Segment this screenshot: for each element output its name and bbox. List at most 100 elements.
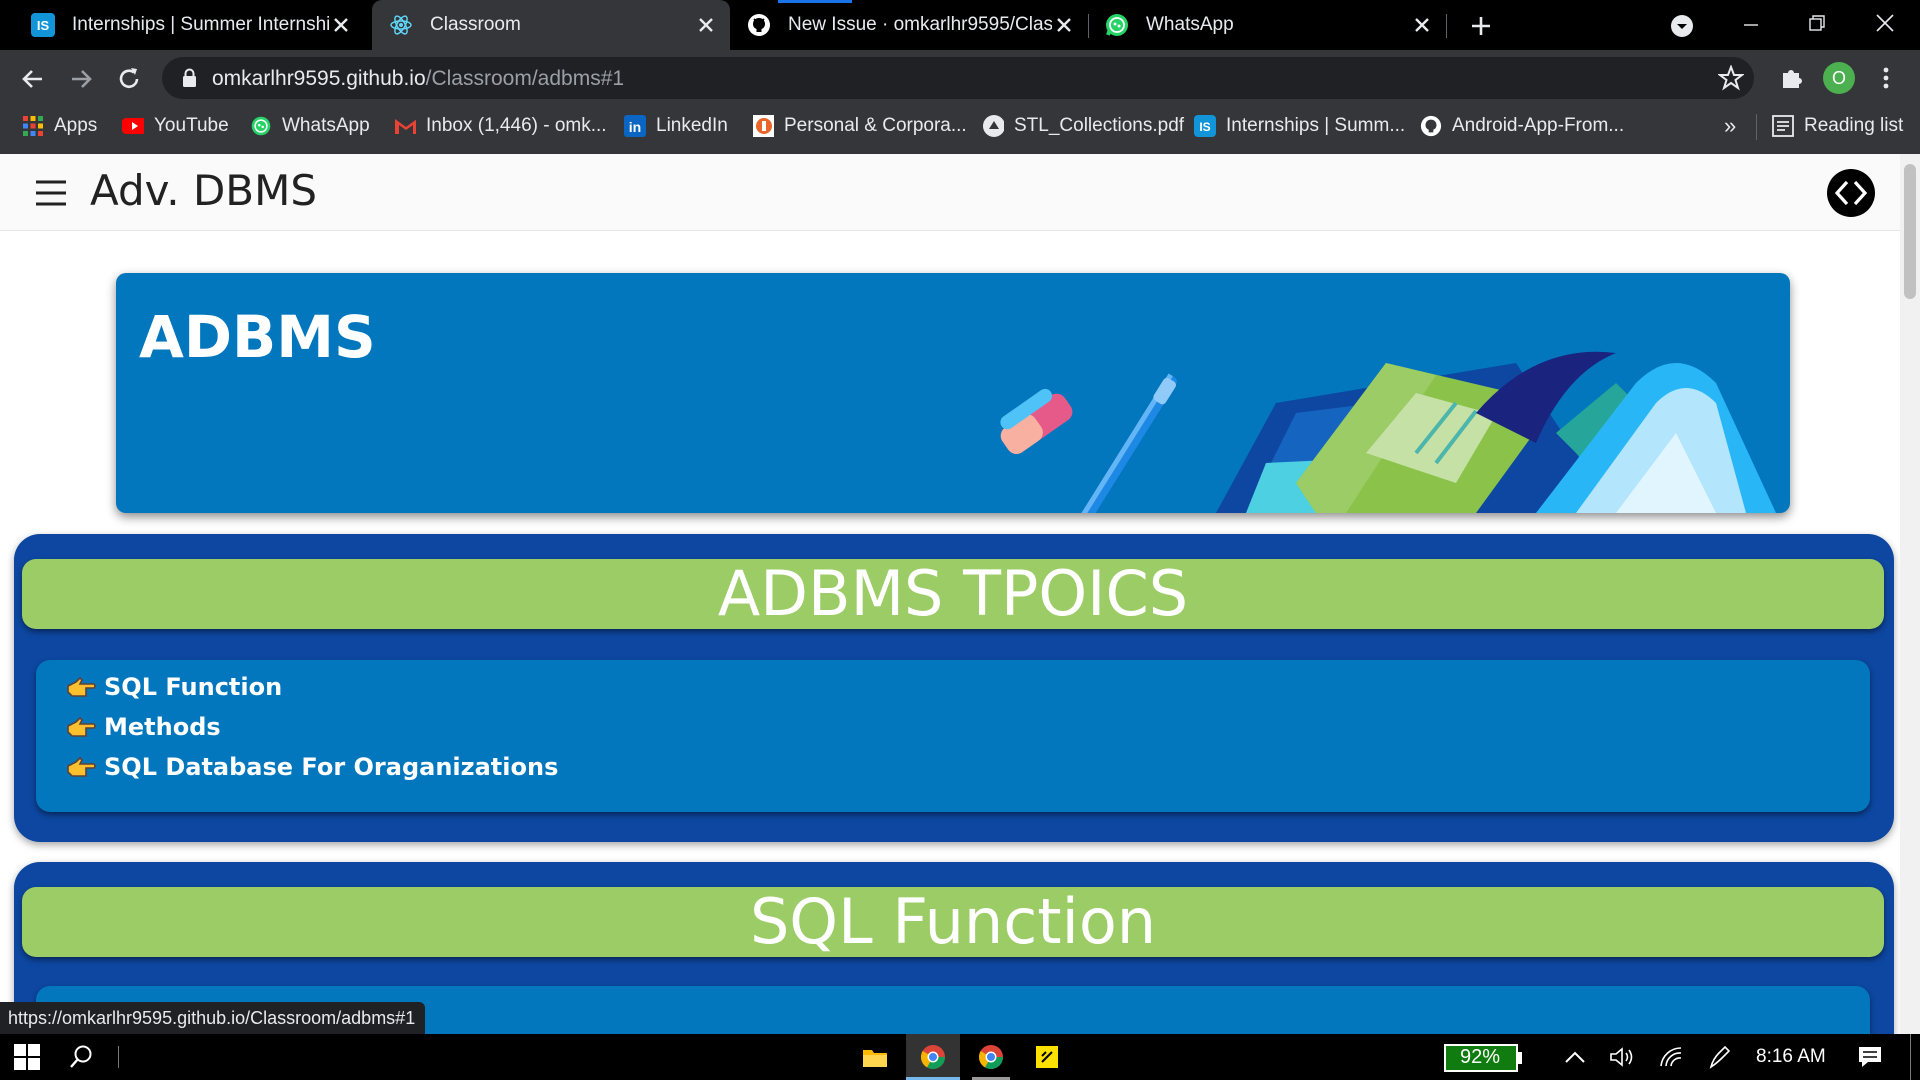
volume-icon[interactable] — [1608, 1034, 1636, 1080]
wifi-icon[interactable] — [1658, 1034, 1686, 1080]
bookmark-stl-collections[interactable]: STL_Collections.pdf — [982, 106, 1184, 146]
bookmark-whatsapp[interactable]: WhatsApp — [250, 106, 370, 146]
more-vert-icon[interactable] — [1874, 64, 1898, 92]
clock-time[interactable]: 8:16 AM — [1756, 1046, 1826, 1068]
link-status-bubble: https://omkarlhr9595.github.io/Classroom… — [0, 1002, 426, 1034]
course-banner: ADBMS — [116, 273, 1790, 513]
internshala-icon: IS — [30, 12, 56, 38]
topic-link-sql-function[interactable]: SQL Function — [66, 668, 282, 706]
tab-search-icon[interactable] — [1668, 12, 1696, 40]
file-explorer-icon[interactable] — [860, 1034, 890, 1080]
close-icon[interactable] — [694, 13, 718, 37]
page-scrollbar[interactable] — [1900, 154, 1920, 1034]
show-desktop-button[interactable] — [1910, 1034, 1911, 1080]
bookmark-label: Apps — [54, 115, 98, 136]
minimize-icon[interactable] — [1738, 12, 1764, 38]
tab-title: Internships | Summer Internship — [72, 14, 329, 35]
reload-icon[interactable] — [114, 64, 144, 94]
banner-title: ADBMS — [139, 303, 376, 371]
action-center-icon[interactable] — [1856, 1034, 1884, 1080]
topic-link-methods[interactable]: Methods — [66, 708, 221, 746]
chrome-taskbar-icon-active[interactable] — [906, 1034, 960, 1080]
github-icon — [1420, 115, 1442, 137]
drive-icon — [982, 115, 1004, 137]
close-icon[interactable] — [1052, 13, 1076, 37]
topics-section: ADBMS TPOICS SQL Function Methods SQL Da… — [14, 534, 1894, 842]
window-close-icon[interactable] — [1872, 10, 1898, 36]
url-path: /Classroom/adbms#1 — [425, 67, 625, 90]
tab-title: WhatsApp — [1146, 14, 1234, 35]
bookmarks-overflow-button[interactable]: » — [1724, 106, 1736, 146]
books-illustration — [1000, 351, 1776, 513]
whatsapp-icon — [1104, 12, 1130, 38]
bookmark-android-app[interactable]: Android-App-From... — [1420, 106, 1624, 146]
pointing-hand-icon — [66, 672, 96, 702]
apps-grid-icon — [22, 115, 44, 137]
topic-label: SQL Database For Oraganizations — [104, 753, 559, 781]
windows-start-icon[interactable] — [12, 1034, 42, 1080]
pen-ink-icon[interactable] — [1706, 1034, 1734, 1080]
bookmark-gmail[interactable]: Inbox (1,446) - omk... — [394, 106, 607, 146]
svg-text:IS: IS — [37, 18, 50, 33]
bookmark-label: WhatsApp — [282, 115, 370, 136]
address-bar[interactable]: omkarlhr9595.github.io/Classroom/adbms#1 — [162, 57, 1754, 99]
forward-arrow-icon[interactable] — [66, 64, 96, 94]
tab-title: Classroom — [430, 14, 521, 35]
code-toggle-icon[interactable] — [1826, 168, 1876, 218]
chevron-up-icon[interactable] — [1562, 1034, 1588, 1080]
svg-text:IS: IS — [1199, 120, 1210, 134]
gmail-icon — [394, 115, 416, 137]
tab-title: New Issue · omkarlhr9595/Classr — [788, 14, 1052, 35]
web-page: Adv. DBMS ADBMS ADBMS TPOICS SQL Functio… — [0, 154, 1900, 1034]
internshala-icon: IS — [1194, 115, 1216, 137]
scrollbar-thumb[interactable] — [1904, 164, 1916, 299]
topic-link-sql-database[interactable]: SQL Database For Oraganizations — [66, 748, 558, 786]
battery-tip — [1518, 1052, 1522, 1064]
bookmarks-bar: Apps YouTube WhatsApp Inbox (1,446) - om… — [0, 106, 1920, 154]
sql-function-header: SQL Function — [22, 887, 1884, 957]
tab-internships[interactable]: IS Internships | Summer Internship — [0, 0, 365, 50]
tab-new-issue[interactable]: New Issue · omkarlhr9595/Classr — [730, 0, 1088, 50]
search-icon[interactable] — [66, 1034, 96, 1080]
bookmark-apps[interactable]: Apps — [22, 106, 97, 146]
topics-header: ADBMS TPOICS — [22, 559, 1884, 629]
bookmark-youtube[interactable]: YouTube — [122, 106, 229, 146]
github-icon — [746, 12, 772, 38]
sticky-notes-icon[interactable] — [1034, 1034, 1060, 1080]
lock-icon[interactable] — [180, 67, 200, 89]
bookmark-star-icon[interactable] — [1717, 64, 1745, 91]
close-icon[interactable] — [329, 13, 353, 37]
windows-taskbar: 92% 8:16 AM — [0, 1034, 1920, 1080]
bookmark-divider — [1756, 114, 1757, 140]
topic-label: Methods — [104, 713, 221, 741]
back-arrow-icon[interactable] — [18, 64, 48, 94]
tab-classroom[interactable]: Classroom — [372, 0, 730, 50]
bookmark-label: YouTube — [154, 115, 229, 136]
taskbar-divider — [118, 1046, 119, 1068]
profile-avatar[interactable]: O — [1823, 62, 1855, 94]
extensions-puzzle-icon[interactable] — [1778, 64, 1806, 92]
new-tab-plus-icon[interactable] — [1466, 11, 1496, 41]
close-icon[interactable] — [1410, 13, 1434, 37]
topic-label: SQL Function — [104, 673, 283, 701]
battery-percent: 92% — [1460, 1046, 1501, 1068]
reading-list-icon — [1772, 115, 1794, 137]
reading-list-button[interactable]: Reading list — [1772, 106, 1903, 146]
bookmark-label: Internships | Summ... — [1226, 115, 1406, 136]
bookmark-linkedin[interactable]: in LinkedIn — [624, 106, 728, 146]
bookmark-label: Android-App-From... — [1452, 115, 1625, 136]
bookmark-personal-corporate[interactable]: Personal & Corpora... — [752, 106, 967, 146]
react-atom-icon — [388, 12, 414, 38]
bookmark-internships[interactable]: IS Internships | Summ... — [1194, 106, 1405, 146]
restore-icon[interactable] — [1804, 10, 1830, 36]
whatsapp-icon — [250, 115, 272, 137]
bank-icon — [752, 115, 774, 137]
browser-toolbar: omkarlhr9595.github.io/Classroom/adbms#1… — [0, 50, 1920, 106]
tab-separator — [1446, 14, 1447, 38]
bookmark-label: STL_Collections.pdf — [1014, 115, 1185, 136]
tab-whatsapp[interactable]: WhatsApp — [1088, 0, 1446, 50]
hamburger-menu-icon[interactable] — [34, 176, 68, 210]
topics-list: SQL Function Methods SQL Database For Or… — [36, 660, 1870, 812]
bookmark-label: Inbox (1,446) - omk... — [426, 115, 607, 136]
chrome-profile-taskbar-icon[interactable] — [976, 1034, 1006, 1080]
